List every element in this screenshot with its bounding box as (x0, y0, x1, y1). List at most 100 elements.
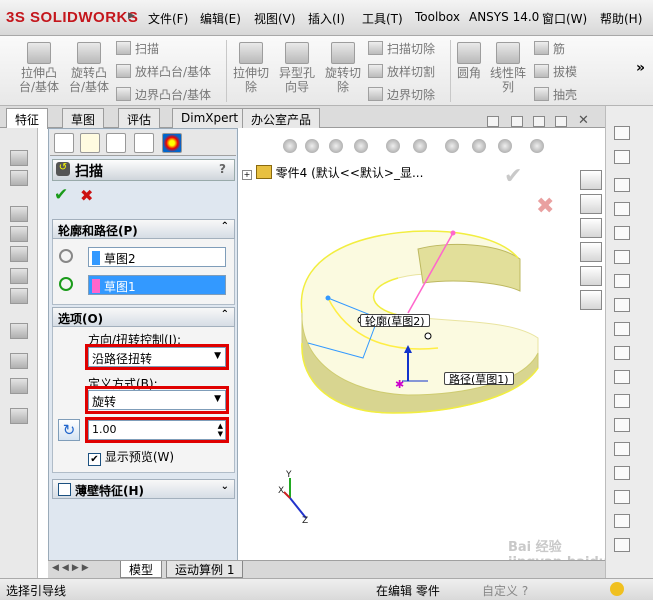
tab-dimxpert[interactable]: DimXpert (172, 108, 248, 128)
confirm-ok-icon[interactable]: ✔ (504, 164, 522, 189)
restore-icon[interactable] (487, 116, 499, 127)
menu-help[interactable]: 帮助(H) (600, 10, 642, 27)
path-callout[interactable]: 路径(草图1) (444, 372, 514, 386)
arc-icon[interactable] (614, 274, 630, 288)
rebuild-icon[interactable] (610, 582, 624, 596)
menu-edit[interactable]: 编辑(E) (200, 10, 241, 27)
rectangle-icon[interactable] (614, 202, 630, 216)
menu-toolbox[interactable]: Toolbox (415, 10, 460, 24)
appearances-icon[interactable] (580, 266, 602, 286)
spinner-icon[interactable]: ▲ ▼ (218, 422, 223, 438)
custom-properties-icon[interactable] (580, 290, 602, 310)
group-options-header[interactable]: 选项(O) ⌃ (52, 307, 235, 327)
profile-callout[interactable]: 轮廓(草图2) (360, 314, 430, 328)
orientation-select[interactable]: 沿路径扭转 ▼ (88, 347, 226, 367)
tool-icon[interactable] (10, 268, 28, 284)
apply-scene-icon[interactable] (498, 139, 512, 153)
tool-icon[interactable] (10, 206, 28, 222)
menu-insert[interactable]: 插入(I) (308, 10, 345, 27)
zoom-area-icon[interactable] (305, 139, 319, 153)
revolve-cut-button[interactable]: 旋转切 除 (320, 42, 366, 94)
swept-cut-button[interactable]: 扫描切除 (368, 40, 435, 57)
close-icon[interactable]: ✕ (578, 113, 589, 128)
boundary-cut-button[interactable]: 边界切除 (368, 86, 435, 103)
draft-button[interactable]: 拔模 (534, 63, 577, 80)
view-orientation-icon[interactable] (386, 139, 400, 153)
tool-icon[interactable] (10, 226, 28, 242)
rib-button[interactable]: 筋 (534, 40, 565, 57)
group-profile-path-header[interactable]: 轮廓和路径(P) ⌃ (52, 219, 235, 239)
boundary-boss-button[interactable]: 边界凸台/基体 (116, 86, 211, 103)
edit-appearance-icon[interactable] (472, 139, 486, 153)
tab-office-products[interactable]: 办公室产品 (242, 108, 321, 128)
tool-icon[interactable] (10, 246, 28, 262)
display-style-icon[interactable] (413, 139, 427, 153)
menu-file[interactable]: 文件(F) (148, 10, 188, 27)
expand-icon[interactable]: + (242, 170, 252, 180)
linear-pattern-button[interactable]: 线性阵 列 (486, 42, 530, 94)
offset-icon[interactable] (614, 490, 630, 504)
section-view-icon[interactable] (354, 139, 368, 153)
menu-ansys[interactable]: ANSYS 14.0 (469, 10, 539, 24)
shell-button[interactable]: 抽壳 (534, 86, 577, 103)
menu-window[interactable]: 窗口(W) (542, 10, 587, 27)
linear-sketch-pattern-icon[interactable] (614, 538, 630, 552)
display-manager-tab-icon[interactable] (162, 133, 182, 153)
cancel-button[interactable]: ✖ (80, 186, 93, 205)
twist-value-stepper[interactable]: 1.00 ▲ ▼ (88, 420, 226, 440)
view-palette-icon[interactable] (580, 242, 602, 262)
solidworks-logo[interactable]: 3S SOLIDWORKS (6, 9, 138, 26)
help-button[interactable]: ? (219, 162, 226, 176)
tab-sketch[interactable]: 草图 (62, 108, 105, 128)
profile-selection-field[interactable]: 草图2 (88, 247, 226, 267)
toolbar-more-icon[interactable]: » (636, 60, 645, 76)
tool-icon[interactable] (10, 323, 28, 339)
previous-view-icon[interactable] (329, 139, 343, 153)
minimize-icon[interactable] (533, 116, 545, 127)
line-icon[interactable] (614, 178, 630, 192)
group-thin-feature-header[interactable]: 薄壁特征(H) ⌄ (52, 479, 235, 499)
show-preview-checkbox[interactable]: ✔ 显示预览(W) (88, 448, 174, 466)
tool-icon[interactable] (10, 170, 28, 186)
feature-tree-root[interactable]: + 零件4 (默认<<默认>_显... (242, 164, 423, 181)
extrude-boss-button[interactable]: 拉伸凸 台/基体 (14, 42, 64, 94)
revolve-boss-button[interactable]: 旋转凸 台/基体 (64, 42, 114, 94)
extrude-cut-button[interactable]: 拉伸切 除 (228, 42, 274, 94)
loft-button[interactable]: 放样凸台/基体 (116, 63, 211, 80)
centerline-icon[interactable] (614, 418, 630, 432)
menu-view[interactable]: 视图(V) (254, 10, 296, 27)
point-icon[interactable] (614, 394, 630, 408)
view-settings-icon[interactable] (530, 139, 544, 153)
logo-arrow-icon[interactable]: ▶ (128, 11, 135, 21)
thin-feature-checkbox[interactable] (58, 483, 71, 496)
hole-wizard-button[interactable]: 异型孔 向导 (274, 42, 320, 94)
configuration-manager-tab-icon[interactable] (106, 133, 126, 153)
sketch-tool-icon[interactable] (614, 126, 630, 140)
dimxpert-manager-tab-icon[interactable] (134, 133, 154, 153)
expand-icon[interactable]: ⌄ (221, 481, 229, 492)
tool-icon[interactable] (10, 288, 28, 304)
text-icon[interactable] (614, 442, 630, 456)
maximize-icon[interactable] (555, 116, 567, 127)
tile-icon[interactable] (511, 116, 523, 127)
collapse-icon[interactable]: ⌃ (221, 309, 229, 320)
mirror-icon[interactable] (614, 514, 630, 528)
feature-manager-tab-icon[interactable] (54, 133, 74, 153)
confirm-cancel-icon[interactable]: ✖ (536, 194, 554, 219)
tool-icon[interactable] (10, 408, 28, 424)
trim-icon[interactable] (614, 466, 630, 480)
circle-icon[interactable] (614, 250, 630, 264)
sweep-button[interactable]: 扫描 (116, 40, 159, 57)
fillet-button[interactable]: 圆角 (454, 42, 484, 80)
ok-button[interactable]: ✔ (54, 185, 68, 205)
polygon-icon[interactable] (614, 370, 630, 384)
collapse-icon[interactable]: ⌃ (221, 221, 229, 232)
tab-scroll-icon[interactable]: ◀◀▶▶ (52, 563, 92, 573)
property-manager-tab-icon[interactable] (80, 133, 100, 153)
hide-show-icon[interactable] (445, 139, 459, 153)
define-by-select[interactable]: 旋转 ▼ (88, 390, 226, 410)
tab-motion-study[interactable]: 运动算例 1 (166, 561, 244, 578)
path-selection-field[interactable]: 草图1 (88, 275, 226, 295)
design-library-icon[interactable] (580, 194, 602, 214)
file-explorer-icon[interactable] (580, 218, 602, 238)
